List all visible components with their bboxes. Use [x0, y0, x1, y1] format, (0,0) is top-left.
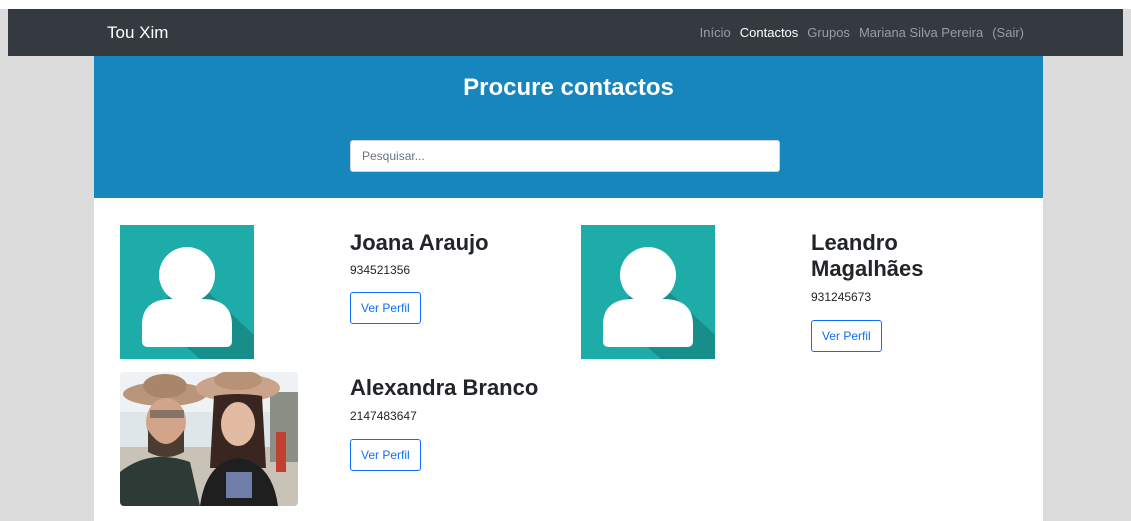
contact-name: Joana Araujo [350, 230, 489, 255]
contact-name: Leandro Magalhães [811, 230, 924, 281]
nav-link-inicio[interactable]: Início [700, 25, 731, 40]
contact-phone: 2147483647 [350, 409, 417, 423]
view-profile-button[interactable]: Ver Perfil [350, 439, 421, 471]
view-profile-button[interactable]: Ver Perfil [350, 292, 421, 324]
logout-link[interactable]: (Sair) [992, 25, 1024, 40]
top-navbar: Tou Xim Início Contactos Grupos Mariana … [8, 9, 1123, 56]
profile-photo [120, 372, 298, 506]
nav-link-contactos[interactable]: Contactos [740, 25, 799, 40]
default-avatar-icon [581, 225, 715, 359]
default-avatar-icon [120, 225, 254, 359]
contact-card: Joana Araujo 934521356 Ver Perfil [120, 225, 550, 359]
page-title: Procure contactos [463, 74, 674, 101]
contact-card: Alexandra Branco 2147483647 Ver Perfil [120, 372, 550, 506]
contact-phone: 934521356 [350, 263, 411, 277]
search-hero: Procure contactos [94, 56, 1043, 198]
nav-links: Início Contactos Grupos Mariana Silva Pe… [700, 9, 1024, 56]
search-input[interactable] [350, 140, 780, 172]
current-user-name: Mariana Silva Pereira [858, 25, 984, 40]
view-profile-button[interactable]: Ver Perfil [811, 320, 882, 352]
nav-link-grupos[interactable]: Grupos [807, 25, 850, 40]
contact-name: Alexandra Branco [350, 375, 539, 400]
main-container: Procure contactos Joana Araujo 934521356… [94, 56, 1043, 521]
contact-phone: 931245673 [811, 290, 872, 304]
window-top-strip [0, 0, 1131, 9]
brand-logo-text[interactable]: Tou Xim [107, 9, 168, 56]
contact-card: Leandro Magalhães 931245673 Ver Perfil [581, 225, 1021, 359]
